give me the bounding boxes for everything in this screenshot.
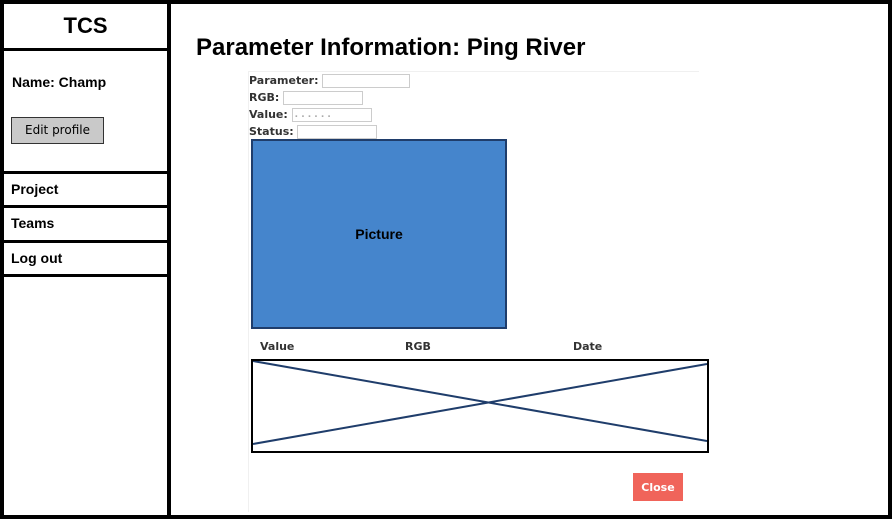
sidebar: TCS Name: Champ Edit profile Project Tea…	[4, 4, 171, 515]
value-label: Value:	[249, 108, 288, 121]
page-title: Parameter Information: Ping River	[196, 34, 586, 61]
parameter-label: Parameter:	[249, 74, 319, 87]
nav-item-teams[interactable]: Teams	[4, 205, 167, 239]
status-label: Status:	[249, 125, 294, 138]
value-field[interactable]: . . . . . .	[291, 108, 372, 122]
nav-item-log-out[interactable]: Log out	[4, 240, 167, 277]
nav-item-project[interactable]: Project	[4, 171, 167, 205]
rgb-row: RGB:	[249, 91, 364, 105]
value-row: Value: . . . . . .	[249, 108, 372, 122]
table-placeholder	[251, 359, 709, 453]
rgb-label: RGB:	[249, 91, 280, 104]
picture-placeholder: Picture	[251, 139, 507, 329]
edit-profile-button[interactable]: Edit profile	[11, 117, 104, 144]
close-button[interactable]: Close	[633, 473, 683, 501]
parameter-field[interactable]	[322, 74, 411, 88]
status-row: Status:	[249, 125, 378, 139]
placeholder-cross-icon	[253, 361, 707, 445]
picture-label: Picture	[355, 226, 403, 242]
status-field[interactable]	[297, 125, 378, 139]
app-title: TCS	[4, 4, 167, 51]
column-header-date: Date	[573, 340, 603, 353]
parameter-row: Parameter:	[249, 74, 411, 88]
column-header-rgb: RGB	[405, 340, 431, 353]
user-name: Name: Champ	[12, 74, 107, 90]
rgb-field[interactable]	[283, 91, 364, 105]
column-header-value: Value	[260, 340, 295, 353]
